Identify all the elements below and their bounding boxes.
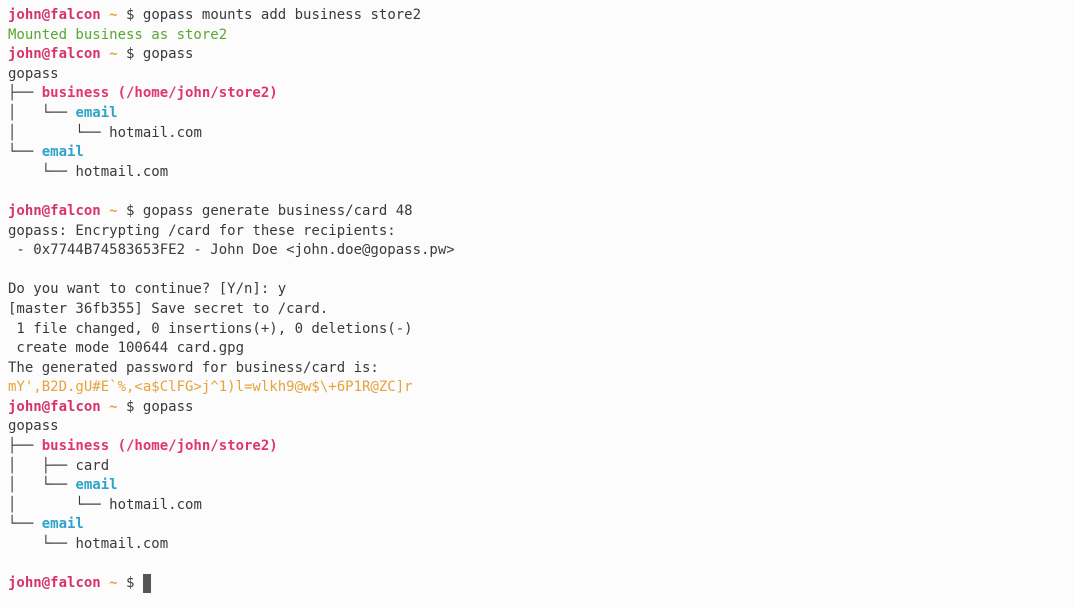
prompt-cwd: ~ (100, 398, 127, 415)
tree-line: └── email (8, 143, 1067, 163)
prompt-symbol: $ (126, 7, 143, 23)
prompt-user: john (8, 46, 42, 63)
output-line: - 0x7744B74583653FE2 - John Doe <john.do… (8, 241, 1067, 261)
tree-entry: hotmail.com (75, 536, 169, 553)
prompt-host: falcon (50, 575, 101, 592)
prompt-line: john@falcon ~ $ gopass (8, 45, 1067, 65)
tree-line: │ └── hotmail.com (8, 496, 1067, 516)
prompt-at: @ (41, 7, 51, 23)
output-text: Mounted business as store2 (8, 26, 228, 43)
prompt-line: john@falcon ~ $ gopass generate business… (8, 202, 1067, 222)
output-line: [master 36fb355] Save secret to /card. (8, 300, 1067, 320)
tree-branch: │ └── (8, 124, 110, 141)
prompt-host: falcon (50, 7, 101, 23)
tree-branch: └── (8, 516, 42, 533)
prompt-cwd: ~ (100, 202, 127, 219)
output-text: Do you want to continue? [Y/n]: y (8, 281, 287, 298)
prompt-symbol: $ (126, 202, 143, 219)
cursor[interactable] (142, 574, 151, 594)
command-text: gopass mounts add business store2 (142, 7, 422, 23)
prompt-cwd: ~ (100, 575, 127, 592)
prompt-line: john@falcon ~ $ gopass mounts add busine… (8, 6, 1067, 26)
output-line: gopass (8, 417, 1067, 437)
tree-line: └── hotmail.com (8, 535, 1067, 555)
prompt-line: john@falcon ~ $ gopass (8, 398, 1067, 418)
output-text: gopass (8, 418, 59, 435)
prompt-host: falcon (50, 202, 101, 219)
tree-branch: │ └── (8, 104, 76, 121)
tree-entry: hotmail.com (109, 496, 202, 513)
output-text: mY',B2D.gU#E`%,<a$ClFG>j^1)l=wlkh9@w$\+6… (8, 379, 413, 396)
tree-line: │ └── email (8, 104, 1067, 124)
tree-entry: email (41, 144, 84, 161)
tree-branch: └── (8, 144, 42, 161)
prompt-at: @ (41, 46, 51, 63)
output-text: create mode 100644 card.gpg (8, 340, 245, 357)
tree-branch: └── (8, 536, 76, 553)
prompt-at: @ (41, 202, 51, 219)
output-line: Do you want to continue? [Y/n]: y (8, 280, 1067, 300)
terminal-window[interactable]: john@falcon ~ $ gopass mounts add busine… (0, 0, 1075, 608)
prompt-at: @ (41, 575, 51, 592)
tree-branch: ├── (8, 438, 42, 455)
output-text: gopass (8, 65, 59, 82)
output-line: The generated password for business/card… (8, 359, 1067, 379)
tree-entry: email (41, 516, 84, 533)
command-text: gopass (142, 46, 194, 63)
prompt-host: falcon (50, 46, 101, 63)
prompt-symbol: $ (126, 575, 143, 592)
prompt-user: john (8, 202, 42, 219)
prompt-cwd: ~ (100, 46, 127, 63)
output-line: mY',B2D.gU#E`%,<a$ClFG>j^1)l=wlkh9@w$\+6… (8, 378, 1067, 398)
output-text: 1 file changed, 0 insertions(+), 0 delet… (8, 320, 413, 337)
prompt-symbol: $ (126, 46, 143, 63)
tree-line: │ └── hotmail.com (8, 124, 1067, 144)
tree-branch: │ ├── (8, 457, 76, 474)
output-line: create mode 100644 card.gpg (8, 339, 1067, 359)
prompt-user: john (8, 575, 42, 592)
output-text: gopass: Encrypting /card for these recip… (8, 222, 396, 239)
tree-branch: └── (8, 163, 76, 180)
prompt-host: falcon (50, 398, 101, 415)
tree-line: │ └── email (8, 476, 1067, 496)
tree-entry: card (75, 457, 110, 474)
tree-entry: business (/home/john/store2) (41, 438, 278, 455)
output-text: The generated password for business/card… (8, 359, 379, 376)
tree-entry: hotmail.com (109, 124, 202, 141)
terminal-output: john@falcon ~ $ gopass mounts add busine… (8, 6, 1067, 594)
prompt-symbol: $ (126, 398, 143, 415)
tree-line: ├── business (/home/john/store2) (8, 84, 1067, 104)
tree-entry: email (75, 104, 118, 121)
tree-branch: ├── (8, 85, 42, 102)
tree-line: └── email (8, 515, 1067, 535)
output-line: gopass (8, 65, 1067, 85)
prompt-user: john (8, 398, 42, 415)
prompt-line: john@falcon ~ $ (8, 574, 1067, 594)
tree-line: └── hotmail.com (8, 163, 1067, 183)
tree-entry: business (/home/john/store2) (41, 85, 278, 102)
output-line: Mounted business as store2 (8, 26, 1067, 46)
prompt-user: john (8, 7, 42, 23)
tree-branch: │ └── (8, 496, 110, 513)
tree-entry: hotmail.com (75, 163, 169, 180)
output-line: 1 file changed, 0 insertions(+), 0 delet… (8, 320, 1067, 340)
output-text: - 0x7744B74583653FE2 - John Doe <john.do… (8, 242, 455, 259)
command-text: gopass (142, 398, 194, 415)
prompt-at: @ (41, 398, 51, 415)
tree-entry: email (75, 477, 118, 494)
tree-branch: │ └── (8, 477, 76, 494)
output-line: gopass: Encrypting /card for these recip… (8, 222, 1067, 242)
output-text: [master 36fb355] Save secret to /card. (8, 300, 329, 317)
command-text: gopass generate business/card 48 (142, 202, 413, 219)
tree-line: │ ├── card (8, 457, 1067, 477)
tree-line: ├── business (/home/john/store2) (8, 437, 1067, 457)
prompt-cwd: ~ (100, 7, 127, 23)
